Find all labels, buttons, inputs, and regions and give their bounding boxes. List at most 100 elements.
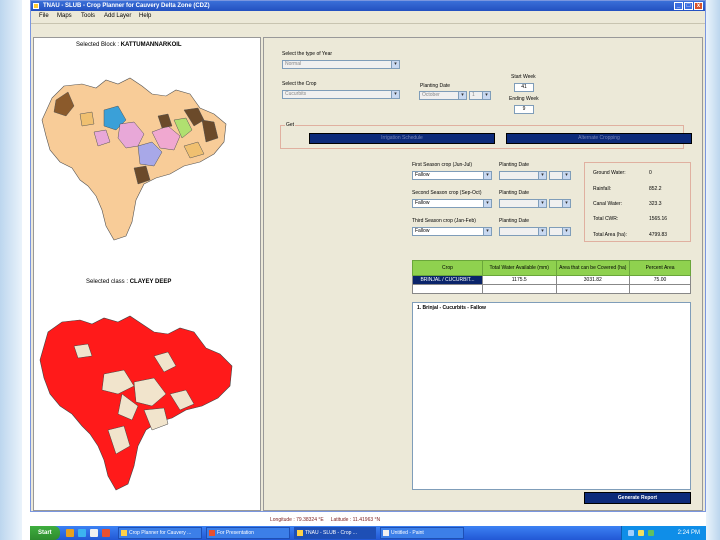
quicklaunch-icon[interactable]	[66, 529, 74, 537]
table-row[interactable]	[412, 284, 691, 294]
minimize-button[interactable]: _	[674, 2, 683, 10]
col-area-covered: Area that can be Covered (ha)	[555, 260, 631, 276]
ending-week-field[interactable]: 9	[514, 105, 534, 114]
chevron-down-icon[interactable]: ▾	[562, 228, 570, 235]
planting-date-label: Planting Date	[420, 83, 451, 89]
total-area-label: Total Area (ha):	[593, 232, 627, 238]
close-button[interactable]: x	[694, 2, 703, 10]
planting-month-select[interactable]: October ▾	[419, 91, 467, 100]
chevron-down-icon[interactable]: ▾	[458, 92, 466, 99]
coordinates-readout: Longitude : 79.38324 °E Latitude : 11.41…	[270, 517, 381, 523]
third-season-label: Third Season crop (Jan-Feb)	[412, 218, 476, 224]
col-total-water: Total Water Available (mm)	[481, 260, 557, 276]
cell-area-covered[interactable]: 3031.82	[555, 275, 631, 285]
selected-block-caption: Selected Block : KATTUMANNARKOIL	[76, 42, 182, 48]
year-type-select[interactable]: Normal ▾	[282, 60, 400, 69]
generate-report-button[interactable]: Generate Report	[584, 492, 691, 504]
canal-water-label: Canal Water:	[593, 201, 622, 207]
menu-bar: File Maps Tools Add Layer Help	[31, 11, 705, 24]
result-text-area[interactable]: 1. Brinjal - Cucurbits - Fallow	[412, 302, 691, 490]
menu-add-layer[interactable]: Add Layer	[104, 13, 131, 19]
chevron-down-icon[interactable]: ▾	[483, 172, 491, 179]
chevron-down-icon[interactable]: ▾	[538, 172, 546, 179]
media-icon[interactable]	[102, 529, 110, 537]
third-planting-day-select[interactable]: ▾	[549, 227, 571, 236]
system-tray: 2:24 PM	[621, 526, 706, 540]
cell-total-water[interactable]: 1175.5	[481, 275, 557, 285]
total-area-value: 4799.83	[649, 232, 668, 238]
total-cwr-label: Total CWR:	[593, 216, 619, 222]
chevron-down-icon[interactable]: ▾	[391, 91, 399, 98]
task-tnau-slub[interactable]: TNAU - SLUB - Crop ...	[294, 527, 376, 539]
crop-label: Select the Crop	[282, 81, 317, 87]
chevron-down-icon[interactable]: ▾	[562, 172, 570, 179]
get-label: Get	[285, 122, 296, 128]
menu-file[interactable]: File	[39, 13, 49, 19]
ground-water-label: Ground Water:	[593, 170, 626, 176]
crop-select[interactable]: Cucurbits ▾	[282, 90, 400, 99]
first-planting-month-select[interactable]: ▾	[499, 171, 547, 180]
planting-day-select[interactable]: 1 ▾	[469, 91, 491, 100]
map-panel[interactable]: Selected Block : KATTUMANNARKOIL Selecte…	[33, 37, 261, 511]
browser-icon[interactable]	[78, 529, 86, 537]
rainfall-label: Rainfall:	[593, 186, 612, 192]
second-planting-day-select[interactable]: ▾	[549, 199, 571, 208]
task-crop-planner[interactable]: Crop Planner for Cauvery ...	[118, 527, 202, 539]
third-planting-date-label: Planting Date	[499, 218, 530, 224]
latitude-value: 11.41963 °N	[352, 517, 381, 523]
task-paint[interactable]: Untitled - Paint	[380, 527, 464, 539]
chevron-down-icon[interactable]: ▾	[562, 200, 570, 207]
second-season-select[interactable]: Fallow ▾	[412, 199, 492, 208]
selected-class-caption: Selected class : CLAYEY DEEP	[86, 279, 172, 285]
slide-right-frame	[706, 0, 720, 540]
menu-maps[interactable]: Maps	[57, 13, 72, 19]
menu-help[interactable]: Help	[139, 13, 151, 19]
ground-water-value: 0	[649, 170, 652, 176]
second-planting-month-select[interactable]: ▾	[499, 199, 547, 208]
first-season-select[interactable]: Fallow ▾	[412, 171, 492, 180]
total-cwr-value: 1565.16	[649, 216, 668, 222]
maximize-button[interactable]: □	[684, 2, 693, 10]
chevron-down-icon[interactable]: ▾	[482, 92, 490, 99]
irrigation-schedule-button[interactable]: Irrigation Schedule	[309, 133, 495, 144]
col-percent-area: Percent Area	[629, 260, 691, 276]
chevron-down-icon[interactable]: ▾	[538, 228, 546, 235]
chevron-down-icon[interactable]: ▾	[483, 228, 491, 235]
app-icon	[33, 3, 39, 9]
chevron-down-icon[interactable]: ▾	[538, 200, 546, 207]
slide-left-frame	[0, 0, 22, 540]
third-planting-month-select[interactable]: ▾	[499, 227, 547, 236]
col-crop: Crop	[412, 260, 483, 276]
tray-icon[interactable]	[648, 530, 654, 536]
cell-crop[interactable]: BRINJAL / CUCURBIT...	[412, 275, 483, 285]
menu-tools[interactable]: Tools	[81, 13, 95, 19]
rainfall-value: 852.2	[649, 186, 662, 192]
first-season-label: First Season crop (Jun-Jul)	[412, 162, 473, 168]
chevron-down-icon[interactable]: ▾	[391, 61, 399, 68]
desktop-icon[interactable]	[90, 529, 98, 537]
ending-week-label: Ending Week	[509, 96, 539, 102]
third-season-select[interactable]: Fallow ▾	[412, 227, 492, 236]
tray-icon[interactable]	[628, 530, 634, 536]
tray-icon[interactable]	[638, 530, 644, 536]
alternate-cropping-button[interactable]: Alternate Cropping	[506, 133, 692, 144]
start-week-field[interactable]: 41	[514, 83, 534, 92]
first-planting-date-label: Planting Date	[499, 162, 530, 168]
cell-percent-area[interactable]: 75.00	[629, 275, 691, 285]
chevron-down-icon[interactable]: ▾	[483, 200, 491, 207]
first-planting-day-select[interactable]: ▾	[549, 171, 571, 180]
start-button[interactable]: Start	[30, 526, 60, 540]
water-stats-box: Ground Water: 0 Rainfall: 852.2 Canal Wa…	[584, 162, 691, 242]
longitude-value: 79.38324 °E	[296, 517, 324, 523]
title-bar: TNAU - SLUB - Crop Planner for Cauvery D…	[31, 1, 705, 11]
task-presentation[interactable]: For Presentation	[206, 527, 290, 539]
block-soil-map[interactable]	[34, 50, 260, 250]
second-planting-date-label: Planting Date	[499, 190, 530, 196]
table-row[interactable]: BRINJAL / CUCURBIT... 1175.5 3031.82 75.…	[412, 275, 691, 285]
table-header-row: Crop Total Water Available (mm) Area tha…	[412, 260, 691, 276]
second-season-label: Second Season crop (Sep-Oct)	[412, 190, 482, 196]
start-week-label: Start Week	[511, 74, 536, 80]
class-soil-map[interactable]	[34, 290, 260, 508]
results-table: Crop Total Water Available (mm) Area tha…	[412, 260, 691, 294]
window-title: TNAU - SLUB - Crop Planner for Cauvery D…	[43, 3, 210, 9]
